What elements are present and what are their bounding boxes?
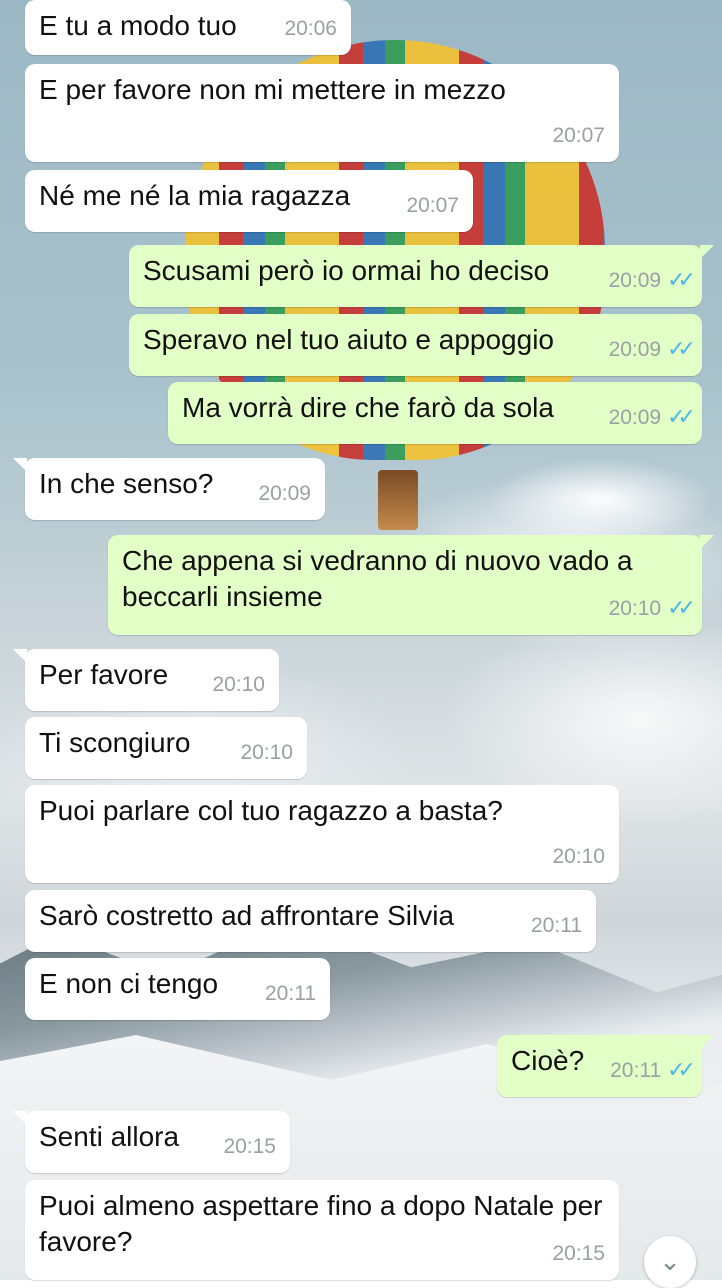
message-list[interactable]: E tu a modo tuo 20:06 E per favore non m… — [0, 0, 722, 1280]
message-time: 20:10 — [240, 741, 293, 764]
message-text: Puoi almeno aspettare fino a dopo Natale… — [39, 1190, 603, 1257]
message-bubble-outgoing[interactable]: Scusami però io ormai ho deciso 20:09 ✓✓ — [129, 245, 714, 307]
message-time: 20:09 ✓✓ — [609, 399, 696, 436]
message-text: E non ci tengo — [39, 968, 219, 999]
message-time: 20:11 — [531, 914, 582, 937]
message-bubble-incoming[interactable]: Puoi parlare col tuo ragazzo a basta? 20… — [25, 785, 619, 883]
message-text: Senti allora — [39, 1121, 180, 1152]
message-time: 20:11 — [265, 982, 316, 1005]
message-text: Cioè? — [511, 1045, 585, 1076]
chevron-double-down-icon: ⌄ — [659, 1246, 681, 1276]
message-bubble-outgoing[interactable]: Cioè? 20:11 ✓✓ — [497, 1035, 714, 1097]
message-time: 20:07 — [406, 194, 459, 217]
message-bubble-incoming[interactable]: Puoi almeno aspettare fino a dopo Natale… — [25, 1180, 619, 1280]
message-bubble-incoming[interactable]: Senti allora 20:15 — [13, 1111, 290, 1173]
message-bubble-incoming[interactable]: Sarò costretto ad affrontare Silvia 20:1… — [25, 890, 596, 952]
message-bubble-outgoing[interactable]: Ma vorrà dire che farò da sola 20:09 ✓✓ — [168, 382, 702, 444]
double-check-icon: ✓✓ — [667, 404, 696, 429]
message-bubble-outgoing[interactable]: Che appena si vedranno di nuovo vado a b… — [108, 535, 714, 635]
message-text: Che appena si vedranno di nuovo vado a b… — [122, 545, 633, 612]
message-time: 20:06 — [284, 17, 337, 40]
message-bubble-incoming[interactable]: In che senso? 20:09 — [13, 458, 325, 520]
message-text: Speravo nel tuo aiuto e appoggio — [143, 324, 554, 355]
message-bubble-incoming[interactable]: E non ci tengo 20:11 — [25, 958, 330, 1020]
message-time: 20:11 ✓✓ — [610, 1052, 696, 1089]
message-bubble-outgoing[interactable]: Speravo nel tuo aiuto e appoggio 20:09 ✓✓ — [129, 314, 702, 376]
message-text: In che senso? — [39, 468, 214, 499]
message-time: 20:10 — [212, 673, 265, 696]
message-bubble-incoming[interactable]: Ti scongiuro 20:10 — [25, 717, 307, 779]
message-text: Sarò costretto ad affrontare Silvia — [39, 900, 455, 931]
message-time: 20:15 — [223, 1135, 276, 1158]
message-time: 20:15 — [552, 1242, 605, 1265]
message-bubble-incoming[interactable]: E tu a modo tuo 20:06 — [25, 0, 351, 55]
message-time: 20:07 — [552, 124, 605, 147]
message-text: Puoi parlare col tuo ragazzo a basta? — [39, 795, 503, 826]
message-text: Ti scongiuro — [39, 727, 191, 758]
double-check-icon: ✓✓ — [667, 595, 696, 620]
message-time: 20:10 ✓✓ — [609, 590, 696, 627]
message-text: E per favore non mi mettere in mezzo — [39, 74, 506, 105]
message-bubble-incoming[interactable]: Né me né la mia ragazza 20:07 — [25, 170, 473, 232]
double-check-icon: ✓✓ — [667, 1057, 696, 1082]
message-time: 20:09 ✓✓ — [609, 331, 696, 368]
message-text: Ma vorrà dire che farò da sola — [182, 392, 554, 423]
message-time: 20:10 — [552, 845, 605, 868]
message-text: E tu a modo tuo — [39, 10, 237, 41]
double-check-icon: ✓✓ — [667, 267, 696, 292]
message-bubble-incoming[interactable]: E per favore non mi mettere in mezzo 20:… — [25, 64, 619, 162]
double-check-icon: ✓✓ — [667, 336, 696, 361]
message-time: 20:09 — [258, 482, 311, 505]
message-time: 20:09 ✓✓ — [609, 262, 696, 299]
message-bubble-incoming[interactable]: Per favore 20:10 — [13, 649, 279, 711]
message-text: Per favore — [39, 659, 169, 690]
scroll-to-bottom-button[interactable]: ⌄ — [644, 1236, 696, 1288]
message-text: Scusami però io ormai ho deciso — [143, 255, 550, 286]
message-text: Né me né la mia ragazza — [39, 180, 351, 211]
